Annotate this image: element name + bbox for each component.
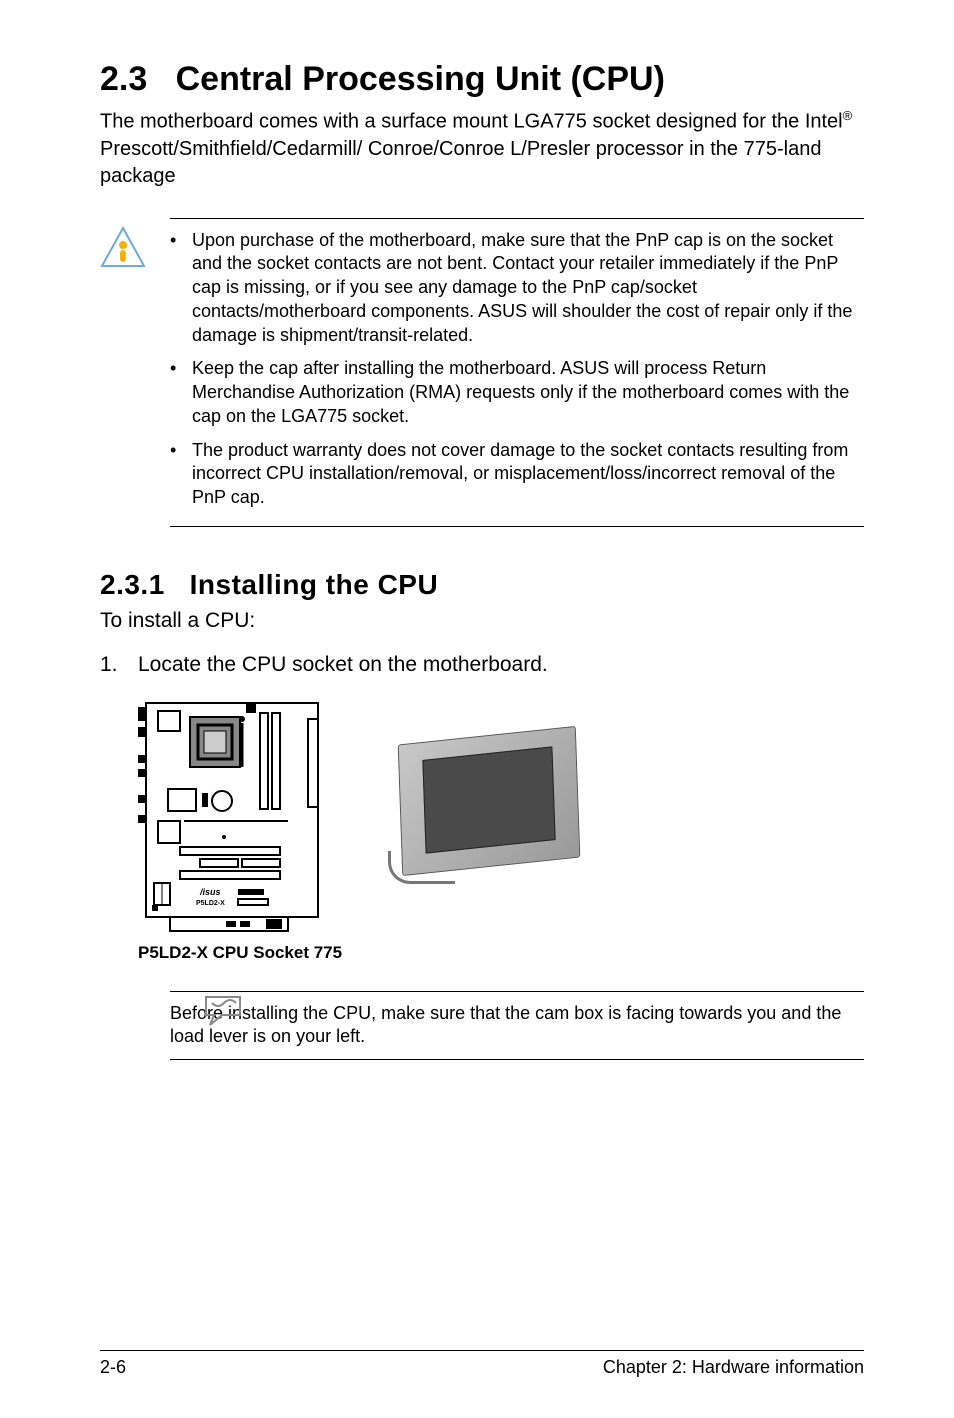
caution-item: •The product warranty does not cover dam… xyxy=(170,439,864,510)
figure-caption: P5LD2-X CPU Socket 775 xyxy=(138,943,864,963)
svg-text:/isus: /isus xyxy=(199,887,221,897)
registered-mark: ® xyxy=(843,108,853,123)
intro-paragraph: The motherboard comes with a surface mou… xyxy=(100,107,864,190)
caution-text: Upon purchase of the motherboard, make s… xyxy=(192,229,864,348)
bullet-icon: • xyxy=(170,229,192,348)
intro-pre: The motherboard comes with a surface mou… xyxy=(100,111,843,133)
figure-block: /isus P5LD2-X P5LD2-X CPU Socket 775 xyxy=(138,697,864,963)
subsection-number: 2.3.1 xyxy=(100,569,165,600)
chapter-label: Chapter 2: Hardware information xyxy=(603,1357,864,1378)
subsection-title: Installing the CPU xyxy=(190,569,439,600)
section-number: 2.3 xyxy=(100,60,147,98)
caution-text: The product warranty does not cover dama… xyxy=(192,439,864,510)
bullet-icon: • xyxy=(170,439,192,510)
bullet-icon: • xyxy=(170,357,192,428)
step-1: 1. Locate the CPU socket on the motherbo… xyxy=(100,653,864,677)
page-number: 2-6 xyxy=(100,1357,126,1378)
step-number: 1. xyxy=(100,653,138,677)
caution-block: •Upon purchase of the motherboard, make … xyxy=(100,218,864,569)
intro-post: Prescott/Smithfield/Cedarmill/ Conroe/Co… xyxy=(100,138,821,187)
caution-item: •Keep the cap after installing the mothe… xyxy=(170,357,864,428)
caution-item: •Upon purchase of the motherboard, make … xyxy=(170,229,864,348)
caution-icon xyxy=(100,226,146,273)
tip-text: Before installing the CPU, make sure tha… xyxy=(170,1002,864,1049)
section-heading: 2.3 Central Processing Unit (CPU) xyxy=(100,60,864,99)
lead-in-text: To install a CPU: xyxy=(100,609,864,633)
caution-text: Keep the cap after installing the mother… xyxy=(192,357,864,428)
step-text: Locate the CPU socket on the motherboard… xyxy=(138,653,548,677)
cpu-socket-photo xyxy=(382,715,594,895)
note-icon xyxy=(200,991,246,1034)
caution-list: •Upon purchase of the motherboard, make … xyxy=(170,229,864,510)
page-footer: 2-6 Chapter 2: Hardware information xyxy=(100,1350,864,1378)
subsection-heading: 2.3.1 Installing the CPU xyxy=(100,569,864,601)
motherboard-diagram: /isus P5LD2-X xyxy=(138,697,326,937)
tip-block: Before installing the CPU, make sure tha… xyxy=(170,991,864,1060)
section-title: Central Processing Unit (CPU) xyxy=(176,60,665,98)
svg-text:P5LD2-X: P5LD2-X xyxy=(196,900,225,907)
